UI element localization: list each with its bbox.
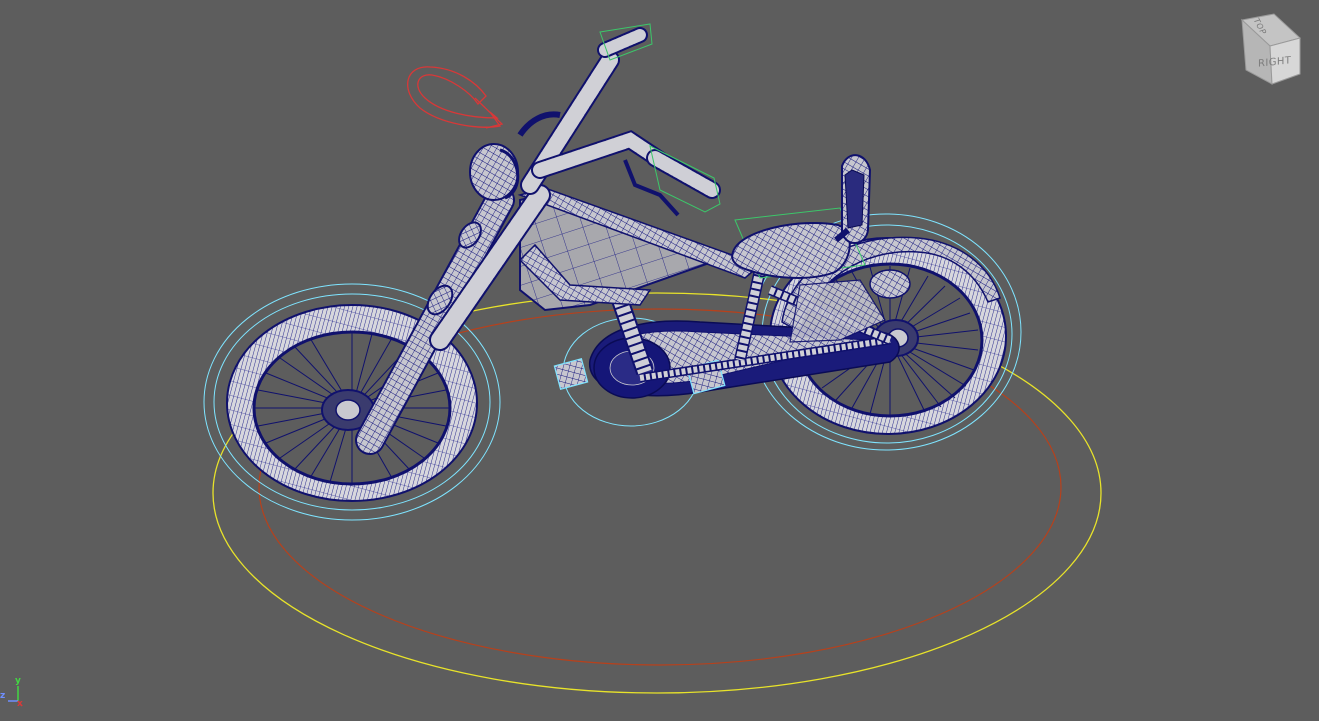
scene-canvas[interactable]: [0, 0, 1319, 721]
pedal-left[interactable]: [553, 358, 589, 390]
axis-gizmo: y z x: [0, 674, 34, 714]
view-cube[interactable]: TOP RIGHT: [1232, 10, 1310, 90]
rear-light[interactable]: [869, 269, 911, 299]
axis-z-label: z: [0, 691, 6, 701]
steering-control-curve[interactable]: [407, 66, 504, 129]
headlight[interactable]: [469, 143, 520, 201]
axis-y-label: y: [15, 676, 21, 686]
3d-viewport[interactable]: TOP RIGHT y z x: [0, 0, 1319, 721]
handlebars[interactable]: [517, 23, 721, 217]
view-cube-icon[interactable]: [1232, 10, 1310, 90]
axis-x-label: x: [17, 699, 23, 709]
